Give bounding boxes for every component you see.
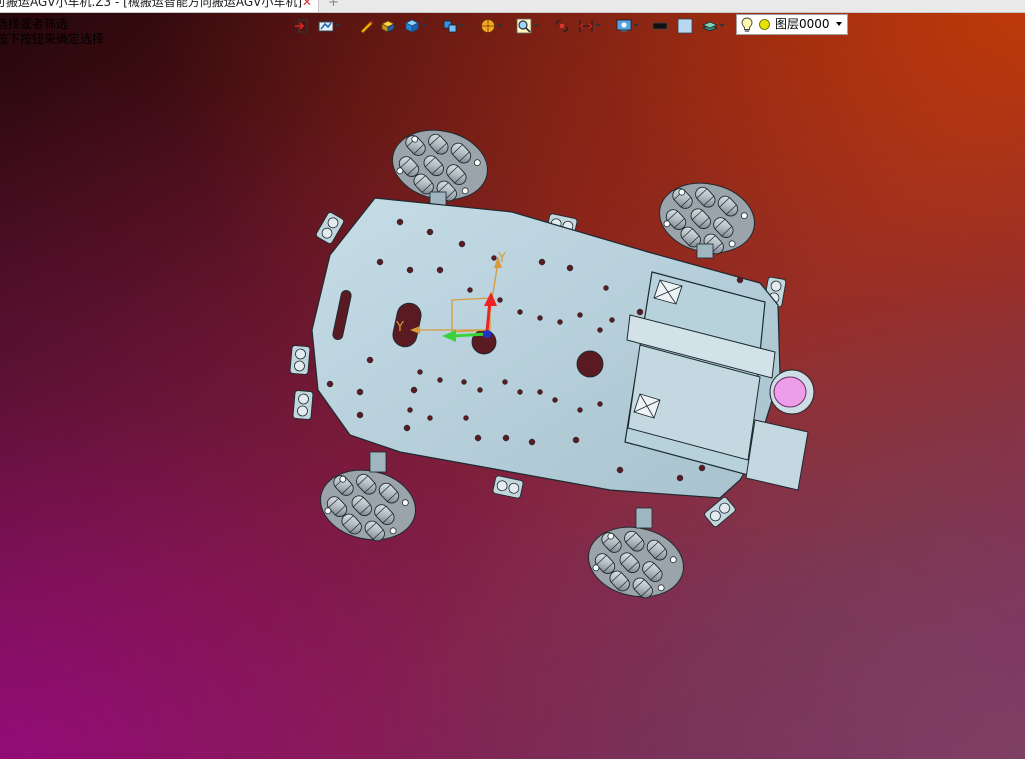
shaft-front-right: [696, 243, 714, 259]
model-viewport[interactable]: Y Y: [0, 0, 1025, 759]
ultrasonic-sensor-left-3[interactable]: [292, 389, 314, 421]
shaft-rear-left: [369, 451, 387, 473]
mecanum-wheel-rear-right[interactable]: [582, 519, 690, 607]
shaft-rear-right: [635, 507, 653, 529]
ultrasonic-sensor-right-2[interactable]: [703, 495, 737, 529]
ultrasonic-sensor-bottom[interactable]: [491, 474, 525, 500]
y-axis-label: Y: [497, 251, 506, 266]
center-hole: [576, 350, 604, 378]
y-axis-label-secondary: Y: [395, 320, 404, 335]
side-module: [745, 419, 809, 491]
mecanum-wheel-rear-left[interactable]: [314, 462, 422, 550]
lidar-lens[interactable]: [773, 376, 807, 408]
ultrasonic-sensor-left-2[interactable]: [289, 344, 311, 376]
ultrasonic-sensor-left-1[interactable]: [314, 210, 346, 246]
